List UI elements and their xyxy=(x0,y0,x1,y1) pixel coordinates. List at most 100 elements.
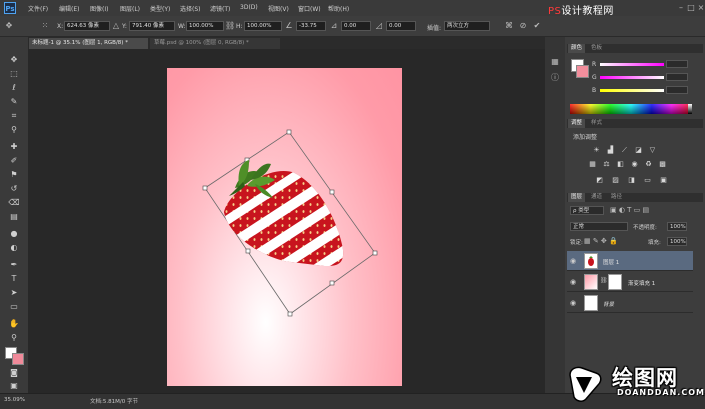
pen-tool-icon[interactable]: ✒ xyxy=(7,259,21,271)
invert-icon[interactable]: ◩ xyxy=(595,176,604,185)
g-slider[interactable] xyxy=(600,76,664,79)
menu-3d[interactable]: 3D(D) xyxy=(240,4,258,11)
blend-mode-select[interactable]: 正常 xyxy=(570,222,628,231)
tab-adjustments[interactable]: 调整 xyxy=(568,119,586,128)
document-canvas[interactable] xyxy=(167,68,402,386)
menu-file[interactable]: 文件(F) xyxy=(28,4,48,13)
link-icon[interactable]: ⛓ xyxy=(225,20,235,31)
lasso-tool-icon[interactable]: ℓ xyxy=(7,82,21,94)
menu-image[interactable]: 图像(I) xyxy=(90,4,108,13)
warp-icon[interactable]: ⌘ xyxy=(504,20,514,31)
cancel-transform-icon[interactable]: ⊘ xyxy=(518,20,528,31)
menu-type[interactable]: 类型(Y) xyxy=(150,4,170,13)
close-button[interactable]: × xyxy=(696,3,705,12)
black-white-icon[interactable]: ◧ xyxy=(616,160,625,169)
tab-color[interactable]: 颜色 xyxy=(568,44,586,53)
eraser-tool-icon[interactable]: ⌫ xyxy=(7,197,21,209)
brightness-icon[interactable]: ☀ xyxy=(592,146,601,155)
visibility-eye-icon[interactable]: ◉ xyxy=(570,278,576,286)
hue-saturation-icon[interactable]: ▦ xyxy=(588,160,597,169)
channel-mixer-icon[interactable]: ♻ xyxy=(644,160,653,169)
visibility-eye-icon[interactable]: ◉ xyxy=(570,257,576,265)
history-panel-icon[interactable]: ▦ xyxy=(549,56,561,68)
posterize-icon[interactable]: ▨ xyxy=(611,176,620,185)
r-field[interactable] xyxy=(666,60,688,68)
move-tool-preset-icon[interactable]: ✥ xyxy=(4,20,14,31)
zoom-tool-icon[interactable]: ⚲ xyxy=(7,332,21,344)
dodge-tool-icon[interactable]: ◐ xyxy=(7,242,21,254)
lock-icons[interactable]: ▦ ✎ ✥ 🔒 xyxy=(584,237,618,245)
zoom-level[interactable]: 35.09% xyxy=(4,397,25,403)
shape-tool-icon[interactable]: ▭ xyxy=(7,301,21,313)
brush-tool-icon[interactable]: ✐ xyxy=(7,155,21,167)
marquee-tool-icon[interactable]: ⬚ xyxy=(7,68,21,80)
type-tool-icon[interactable]: T xyxy=(7,273,21,285)
tab-swatches[interactable]: 色板 xyxy=(588,44,605,53)
blur-tool-icon[interactable]: ● xyxy=(7,228,21,240)
crop-tool-icon[interactable]: ⌗ xyxy=(7,110,21,122)
threshold-icon[interactable]: ◨ xyxy=(627,176,636,185)
color-lookup-icon[interactable]: ▩ xyxy=(658,160,667,169)
background-color-swatch[interactable] xyxy=(12,353,24,365)
commit-transform-icon[interactable]: ✔ xyxy=(532,20,542,31)
curves-icon[interactable]: ⟋ xyxy=(620,146,629,155)
visibility-eye-icon[interactable]: ◉ xyxy=(570,299,576,307)
w-field[interactable]: 100.00% xyxy=(186,21,224,31)
chain-link-icon[interactable]: ⛓ xyxy=(600,277,608,284)
history-brush-tool-icon[interactable]: ↺ xyxy=(7,183,21,195)
quick-select-tool-icon[interactable]: ✎ xyxy=(7,96,21,108)
exposure-icon[interactable]: ◪ xyxy=(634,146,643,155)
layer-filter-icons[interactable]: ▣ ◐ T ▭ ▤ xyxy=(610,206,649,214)
fill-field[interactable]: 100% xyxy=(667,237,687,246)
v-skew-field[interactable]: 0.00 xyxy=(386,21,416,31)
menu-layer[interactable]: 图层(L) xyxy=(120,4,140,13)
layer-filter-kind[interactable]: ρ 类型 xyxy=(570,206,604,215)
gradient-map-icon[interactable]: ▭ xyxy=(643,176,652,185)
menu-select[interactable]: 选择(S) xyxy=(180,4,201,13)
h-skew-field[interactable]: 0.00 xyxy=(341,21,371,31)
layer-1-name[interactable]: 图层 1 xyxy=(603,258,619,266)
layer-2-name[interactable]: 渐变填充 1 xyxy=(628,279,655,287)
r-slider[interactable] xyxy=(600,63,664,66)
tab-document-strawberry[interactable]: 草莓.psd @ 100% (图层 0, RGB/8) * xyxy=(150,38,280,49)
h-field[interactable]: 100.00% xyxy=(244,21,282,31)
color-spectrum-bw[interactable] xyxy=(688,104,692,114)
opacity-field[interactable]: 100% xyxy=(667,222,687,231)
interpolation-select[interactable]: 两次立方 xyxy=(444,21,490,31)
path-selection-tool-icon[interactable]: ➤ xyxy=(7,287,21,299)
b-field[interactable] xyxy=(666,86,688,94)
angle-field[interactable]: -33.75 xyxy=(296,21,326,31)
gradient-tool-icon[interactable]: ▤ xyxy=(7,211,21,223)
x-field[interactable]: 624.63 像素 xyxy=(64,21,110,31)
hand-tool-icon[interactable]: ✋ xyxy=(7,318,21,330)
tab-styles[interactable]: 样式 xyxy=(588,119,605,128)
tab-document-active[interactable]: 未标题-1 @ 35.1% (图层 1, RGB/8) * xyxy=(28,38,148,49)
clone-stamp-tool-icon[interactable]: ⚑ xyxy=(7,169,21,181)
maximize-button[interactable]: □ xyxy=(686,3,696,12)
b-slider[interactable] xyxy=(600,89,664,92)
delta-icon[interactable]: △ xyxy=(111,20,121,31)
menu-filter[interactable]: 滤镜(T) xyxy=(210,4,230,13)
healing-brush-tool-icon[interactable]: ✚ xyxy=(7,141,21,153)
reference-point-icon[interactable]: ⁙ xyxy=(40,20,50,31)
layer-3-name[interactable]: 背景 xyxy=(603,300,614,308)
menu-edit[interactable]: 编辑(E) xyxy=(59,4,79,13)
tab-channels[interactable]: 通道 xyxy=(588,193,605,202)
menu-view[interactable]: 视图(V) xyxy=(268,4,289,13)
minimize-button[interactable]: – xyxy=(676,3,686,12)
y-field[interactable]: 791.40 像素 xyxy=(129,21,175,31)
screen-mode-icon[interactable]: ▣ xyxy=(7,380,21,392)
color-bg-swatch[interactable] xyxy=(576,65,589,78)
tab-paths[interactable]: 路径 xyxy=(608,193,625,202)
g-field[interactable] xyxy=(666,73,688,81)
move-tool-icon[interactable]: ✥ xyxy=(7,54,21,66)
quick-mask-icon[interactable]: ◙ xyxy=(7,367,21,379)
color-balance-icon[interactable]: ⚖ xyxy=(602,160,611,169)
vibrance-icon[interactable]: ▽ xyxy=(648,146,657,155)
menu-help[interactable]: 帮助(H) xyxy=(328,4,349,13)
selective-color-icon[interactable]: ▣ xyxy=(659,176,668,185)
photo-filter-icon[interactable]: ◉ xyxy=(630,160,639,169)
properties-panel-icon[interactable]: ⓘ xyxy=(549,72,561,84)
menu-window[interactable]: 窗口(W) xyxy=(298,4,321,13)
tab-layers[interactable]: 图层 xyxy=(568,193,586,202)
